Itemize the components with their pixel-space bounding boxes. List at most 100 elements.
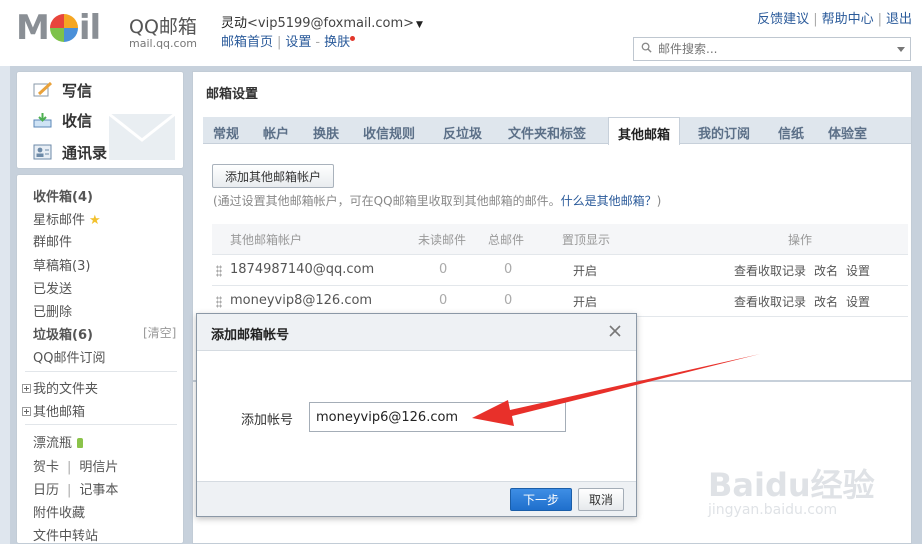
inbox-label: 收信: [62, 112, 93, 130]
pinned-status[interactable]: 开启: [573, 293, 597, 310]
hint-text: (通过设置其他邮箱帐户，可在QQ邮箱里收取到其他邮箱的邮件。: [213, 194, 561, 208]
search-dropdown-icon[interactable]: [897, 47, 905, 52]
search-icon: [641, 42, 652, 53]
drag-handle-icon[interactable]: [216, 265, 222, 277]
spam-clear-link[interactable]: [清空]: [143, 324, 176, 341]
folder-starred[interactable]: 星标邮件 ★: [33, 209, 101, 228]
logo-wordmark: Mil: [16, 8, 101, 48]
nav-settings-link[interactable]: 设置: [285, 35, 311, 50]
col-pinned: 置顶显示: [562, 233, 611, 247]
folder-deleted[interactable]: 已删除: [33, 301, 72, 320]
unread-count: 0: [439, 262, 448, 277]
col-actions: 操作: [788, 233, 813, 247]
tab-stationery[interactable]: 信纸: [778, 123, 804, 142]
top-header: Mil QQ邮箱 mail.qq.com 灵动<vip5199@foxmail.…: [0, 0, 922, 66]
table-header: 其他邮箱帐户 未读邮件 总邮件 置顶显示 操作: [212, 224, 908, 254]
dialog-title: 添加邮箱帐号: [211, 328, 290, 343]
settings-link[interactable]: 设置: [846, 262, 870, 279]
table-row: 1874987140@qq.com 0 0 开启 查看收取记录 改名 设置: [212, 254, 908, 285]
drag-handle-icon[interactable]: [216, 296, 222, 308]
cancel-button[interactable]: 取消: [578, 488, 624, 511]
qq-mail-logo[interactable]: Mil QQ邮箱 mail.qq.com: [16, 8, 236, 50]
next-button[interactable]: 下一步: [510, 488, 572, 511]
folder-qq-subscription[interactable]: QQ邮件订阅: [33, 347, 105, 366]
what-is-other-mail-link[interactable]: 什么是其他邮箱？: [561, 194, 657, 208]
new-badge-dot: [350, 36, 356, 41]
notepad-link[interactable]: 记事本: [79, 483, 118, 498]
tab-general[interactable]: 常规: [213, 123, 239, 142]
account-dropdown-icon[interactable]: ▼: [416, 20, 423, 30]
calendar-row: 日历 | 记事本: [33, 483, 119, 498]
expand-plus-icon[interactable]: [22, 407, 31, 416]
watermark-url: jingyan.baidu.com: [708, 502, 838, 518]
greeting-card-link[interactable]: 贺卡: [33, 460, 59, 475]
unread-count: 0: [439, 293, 448, 308]
header-nav: 邮箱首页 | 设置 - 换肤: [221, 31, 356, 50]
account-field-label: 添加帐号: [241, 413, 294, 428]
tab-rules[interactable]: 收信规则: [363, 123, 415, 142]
tab-lab[interactable]: 体验室: [828, 123, 867, 142]
expand-plus-icon[interactable]: [22, 384, 31, 393]
folder-spam[interactable]: 垃圾箱(6) [清空]: [33, 324, 176, 343]
baidu-jingyan-watermark: Baidu经验 jingyan.baidu.com: [700, 452, 910, 532]
logo-brand: QQ邮箱: [129, 16, 197, 38]
col-account: 其他邮箱帐户: [230, 233, 303, 247]
compose-button[interactable]: 写信: [33, 80, 92, 101]
search-input[interactable]: [658, 38, 898, 60]
postcard-link[interactable]: 明信片: [79, 460, 118, 475]
add-account-dialog: 添加邮箱帐号 添加帐号 下一步 取消: [196, 313, 637, 517]
help-link[interactable]: 帮助中心: [822, 12, 874, 27]
divider: [25, 371, 177, 372]
folder-sent[interactable]: 已发送: [33, 278, 72, 297]
bottle-icon: [77, 438, 84, 448]
drift-bottle-link[interactable]: 漂流瓶: [33, 432, 84, 451]
mail-search[interactable]: [633, 37, 911, 61]
account-email-input[interactable]: [309, 402, 566, 432]
folder-inbox[interactable]: 收件箱(4): [33, 186, 93, 205]
tab-account[interactable]: 帐户: [263, 123, 289, 142]
pinned-status[interactable]: 开启: [573, 262, 597, 279]
rename-link[interactable]: 改名: [814, 262, 838, 279]
address-book-icon: [33, 144, 52, 160]
add-other-account-button[interactable]: 添加其他邮箱帐户: [212, 164, 334, 188]
nav-skin-link[interactable]: 换肤: [324, 35, 350, 50]
other-mail-label: 其他邮箱: [33, 405, 86, 420]
total-count: 0: [504, 262, 513, 277]
my-folders-tree[interactable]: 我的文件夹: [22, 378, 98, 397]
logo-circle-icon: [49, 14, 78, 42]
envelope-decoration-icon: [108, 112, 176, 160]
logout-link[interactable]: 退出: [886, 12, 912, 27]
folder-spam-label: 垃圾箱(6): [33, 328, 93, 343]
dialog-footer: 下一步 取消: [197, 481, 636, 516]
folder-drafts[interactable]: 草稿箱(3): [33, 255, 90, 274]
feedback-link[interactable]: 反馈建议: [757, 12, 809, 27]
close-icon[interactable]: [606, 322, 624, 340]
tab-other-mailboxes[interactable]: 其他邮箱: [608, 117, 681, 145]
view-log-link[interactable]: 查看收取记录: [734, 262, 806, 279]
settings-link[interactable]: 设置: [846, 293, 870, 310]
inbox-button[interactable]: 收信: [33, 110, 92, 131]
cards-row: 贺卡 | 明信片: [33, 460, 119, 475]
top-links: 反馈建议 | 帮助中心 | 退出: [757, 12, 912, 27]
quick-actions-panel: 写信 收信 通讯录: [16, 71, 184, 169]
rename-link[interactable]: 改名: [814, 293, 838, 310]
user-account[interactable]: 灵动<vip5199@foxmail.com> ▼: [221, 12, 423, 31]
attachments-link[interactable]: 附件收藏: [33, 502, 85, 521]
total-count: 0: [504, 293, 513, 308]
hint-suffix: ): [656, 194, 662, 208]
inbox-tray-icon: [33, 113, 52, 128]
dialog-header: 添加邮箱帐号: [197, 314, 636, 351]
view-log-link[interactable]: 查看收取记录: [734, 293, 806, 310]
nav-home-link[interactable]: 邮箱首页: [221, 35, 273, 50]
file-transfer-link[interactable]: 文件中转站: [33, 525, 98, 544]
tab-antispam[interactable]: 反垃圾: [443, 123, 482, 142]
star-icon: ★: [89, 213, 101, 228]
tab-skin[interactable]: 换肤: [313, 123, 339, 142]
tab-folders-labels[interactable]: 文件夹和标签: [508, 123, 586, 142]
watermark-logo: Baidu经验: [708, 466, 875, 504]
calendar-link[interactable]: 日历: [33, 483, 59, 498]
other-mail-tree[interactable]: 其他邮箱: [22, 401, 85, 420]
folder-group[interactable]: 群邮件: [33, 231, 72, 250]
contacts-button[interactable]: 通讯录: [33, 142, 107, 163]
tab-subscriptions[interactable]: 我的订阅: [698, 123, 750, 142]
